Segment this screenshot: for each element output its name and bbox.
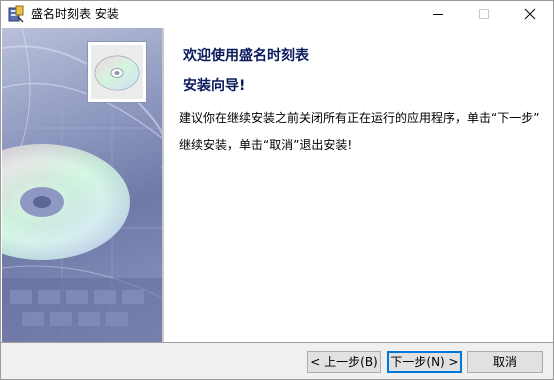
minimize-button[interactable] — [415, 1, 461, 27]
close-icon — [524, 8, 536, 20]
instruction-text-line1: 建议你在继续安装之前关闭所有正在运行的应用程序，单击“下一步” — [179, 111, 540, 125]
close-button[interactable] — [507, 1, 553, 27]
minimize-icon — [433, 14, 443, 15]
back-button[interactable]: < 上一步(B) — [307, 351, 381, 373]
next-button[interactable]: 下一步(N) > — [387, 351, 462, 373]
installer-window: 盛名时刻表 安装 欢迎使用盛名时刻表 安装向导! 建议你在继续安装之前关闭所有正… — [0, 0, 554, 380]
title-bar[interactable]: 盛名时刻表 安装 — [1, 1, 553, 27]
wizard-content: 欢迎使用盛名时刻表 安装向导! 建议你在继续安装之前关闭所有正在运行的应用程序，… — [165, 28, 553, 342]
cd-icon — [94, 55, 140, 91]
wizard-subtitle: 安装向导! — [183, 78, 246, 94]
side-banner-image — [2, 28, 162, 342]
maximize-icon — [479, 9, 489, 19]
cd-thumbnail — [87, 41, 147, 103]
panel-divider — [162, 28, 164, 342]
maximize-button[interactable] — [461, 1, 507, 27]
button-bar: < 上一步(B) 下一步(N) > 取消 — [1, 342, 553, 379]
installer-app-icon — [8, 5, 24, 23]
window-title: 盛名时刻表 安装 — [31, 7, 119, 21]
instruction-text-line2: 继续安装，单击“取消”退出安装! — [179, 138, 353, 152]
welcome-heading: 欢迎使用盛名时刻表 — [183, 48, 309, 64]
cd-thumbnail-background — [91, 45, 143, 99]
cancel-button[interactable]: 取消 — [467, 351, 543, 373]
